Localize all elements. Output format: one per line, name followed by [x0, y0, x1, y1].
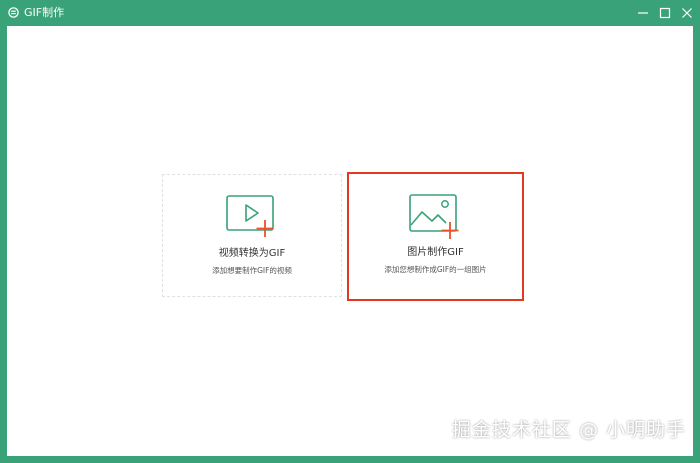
image-card-title: 图片制作GIF [407, 247, 464, 258]
images-to-gif-card[interactable]: 图片制作GIF 添加您想制作成GIF的一组图片 [347, 172, 524, 301]
app-logo-icon [8, 7, 19, 18]
maximize-icon [659, 7, 671, 19]
video-card-title: 视频转换为GIF [218, 248, 286, 259]
window-title: GIF制作 [24, 6, 65, 19]
main-content: 视频转换为GIF 添加想要制作GIF的视频 图片制作GIF 添加您想制作成GIF… [7, 26, 693, 456]
title-bar[interactable]: GIF制作 [0, 0, 700, 26]
maximize-button[interactable] [658, 6, 672, 20]
close-icon [682, 8, 692, 18]
video-card-description: 添加想要制作GIF的视频 [212, 266, 292, 275]
minimize-icon [638, 12, 648, 14]
video-add-icon [226, 195, 274, 237]
watermark-text: 掘金技术社区 @ 小明助手 [451, 419, 686, 441]
app-window: GIF制作 视频转换为GIF 添加想要制作GIF的视频 图片制作GIF 添加您想… [0, 0, 700, 463]
video-to-gif-card[interactable]: 视频转换为GIF 添加想要制作GIF的视频 [162, 174, 342, 297]
image-add-icon [408, 194, 458, 239]
minimize-button[interactable] [636, 6, 650, 20]
close-button[interactable] [680, 6, 694, 20]
image-card-description: 添加您想制作成GIF的一组图片 [384, 265, 487, 274]
